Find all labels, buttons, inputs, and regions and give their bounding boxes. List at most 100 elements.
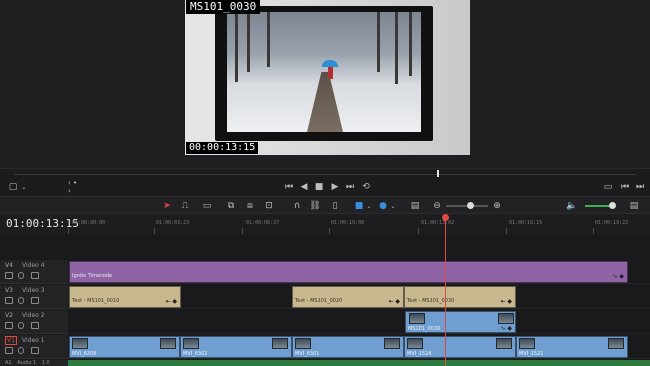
prev-edit-icon[interactable]: ⏮: [618, 180, 632, 194]
clip-label: Text - MS101_0020: [295, 298, 343, 304]
selection-tool-icon[interactable]: ➤: [160, 199, 174, 213]
ruler-label: 01:00:06:27: [246, 220, 280, 226]
clip-label: Ignite Timecode: [72, 273, 113, 279]
timeline-header: 01:00:13:15 01:00:00:00 01:00:03:23 01:0…: [0, 214, 650, 234]
track-header-v4[interactable]: V4 Video 4: [0, 260, 68, 284]
clip-mvi-1524[interactable]: MVI_1524: [404, 336, 516, 358]
clip-mvi-1521[interactable]: MVI_1521: [516, 336, 628, 358]
enable-icon[interactable]: [31, 322, 39, 329]
zoom-out-icon[interactable]: ⊖: [430, 199, 444, 213]
timeline-ruler[interactable]: 01:00:00:00 01:00:03:23 01:00:06:27 01:0…: [68, 214, 650, 234]
play-reverse-icon[interactable]: ◀: [297, 180, 311, 194]
timeline-tracks: V4 Video 4 Ignite Timecode ∿ ◆ V3 Video …: [0, 234, 650, 366]
clip-ignite-timecode[interactable]: Ignite Timecode ∿ ◆: [69, 261, 628, 283]
lane-v2[interactable]: MS101_0030 ∿ ◆: [68, 310, 650, 334]
enable-icon[interactable]: [31, 347, 39, 354]
clip-text-0010[interactable]: Text - MS101_0010 ⇤ ◆: [69, 286, 181, 308]
keyframe-icon: ⇤ ◆: [165, 298, 177, 305]
jog-icon[interactable]: ‹ • ›: [68, 179, 82, 195]
lane-a1[interactable]: [68, 360, 650, 366]
position-lock-icon[interactable]: ▯: [328, 199, 342, 213]
viewer-scrub-bar[interactable]: [0, 168, 650, 178]
linked-selection-icon[interactable]: ⛓: [308, 199, 322, 213]
timeline-playhead[interactable]: [445, 219, 446, 366]
timeline-viewer[interactable]: MS101_0030 00:00:13:15: [0, 0, 650, 168]
lock-icon[interactable]: [18, 297, 24, 304]
enable-icon[interactable]: [31, 297, 39, 304]
keyframe-icon: ⇤ ◆: [500, 298, 512, 305]
lock-icon[interactable]: [18, 322, 24, 329]
monitor-icon[interactable]: [5, 347, 13, 354]
fx-icon: ∿ ◆: [612, 273, 624, 280]
track-name: Video 3: [22, 287, 45, 294]
track-id: V3: [5, 287, 13, 294]
track-name: Video 2: [22, 312, 45, 319]
monitor-icon[interactable]: [5, 297, 13, 304]
resolve-edit-page: MS101_0030 00:00:13:15 ▢ ⌄ ‹ • › ⏮ ◀ ■ ▶…: [0, 0, 650, 366]
monitor-icon[interactable]: [5, 272, 13, 279]
clip-mvi-6308[interactable]: MVI_6308: [69, 336, 180, 358]
volume-slider-knob[interactable]: [609, 202, 616, 209]
lock-icon[interactable]: [18, 347, 24, 354]
ruler-label: 01:00:03:23: [156, 220, 190, 226]
track-header-v3[interactable]: V3 Video 3: [0, 285, 68, 309]
clip-label: MVI_1524: [407, 351, 432, 357]
next-edit-icon[interactable]: ⏭: [633, 180, 647, 194]
timecode-burn-in: 00:00:13:15: [186, 142, 259, 154]
monitor-icon[interactable]: [5, 322, 13, 329]
clip-text-0020[interactable]: Text - MS101_0020 ⇤ ◆: [292, 286, 404, 308]
zoom-in-icon[interactable]: ⊕: [490, 199, 504, 213]
blade-tool-icon[interactable]: ▭: [200, 199, 214, 213]
keyframe-icon: ⇤ ◆: [388, 298, 400, 305]
full-zoom-icon[interactable]: ▤: [408, 199, 422, 213]
track-name: Video 4: [22, 262, 45, 269]
audio-level-readout: 1.0: [41, 360, 50, 366]
chevron-down-icon[interactable]: ⌄: [386, 199, 400, 213]
play-icon[interactable]: ▶: [328, 180, 342, 194]
viewer-frame: [185, 0, 470, 155]
lock-icon[interactable]: [18, 272, 24, 279]
loop-icon[interactable]: ⟲: [359, 180, 373, 194]
chevron-down-icon[interactable]: ⌄: [362, 199, 376, 213]
clip-label: MVI_1521: [519, 351, 544, 357]
transport-controls: ▢ ⌄ ‹ • › ⏮ ◀ ■ ▶ ⏭ ⟲ ▭ ⏮ ⏭: [0, 178, 650, 196]
insert-clip-icon[interactable]: ⧉: [224, 199, 238, 213]
track-name: Video 1: [22, 337, 45, 344]
clip-mvi-6302[interactable]: MVI_6302: [180, 336, 292, 358]
scrub-playhead[interactable]: [437, 170, 439, 177]
chevron-down-icon[interactable]: ⌄: [17, 180, 31, 194]
clip-label: Text - MS101_0030: [407, 298, 455, 304]
clip-ms101-0030[interactable]: MS101_0030 ∿ ◆: [405, 311, 516, 333]
enable-icon[interactable]: [31, 272, 39, 279]
replace-clip-icon[interactable]: ⊡: [262, 199, 276, 213]
track-header-a1[interactable]: A1 Audio 1 1.0: [0, 360, 68, 366]
track-header-v1[interactable]: V1 Video 1: [0, 335, 68, 359]
snapping-icon[interactable]: ∩: [290, 199, 304, 213]
ruler-label: 01:00:19:22: [595, 220, 629, 226]
go-to-end-icon[interactable]: ⏭: [343, 180, 357, 194]
clip-label: MVI_6301: [295, 351, 320, 357]
overwrite-clip-icon[interactable]: ⧈: [243, 199, 257, 213]
clip-label: MVI_6302: [183, 351, 208, 357]
ruler-label: 01:00:10:00: [331, 220, 365, 226]
clip-mvi-6301[interactable]: MVI_6301: [292, 336, 404, 358]
clip-label: Text - MS101_0010: [72, 298, 120, 304]
zoom-slider-knob[interactable]: [467, 202, 474, 209]
edit-toolbar: ➤ ⎍ ▭ ⧉ ⧈ ⊡ ∩ ⛓ ▯ ■ ⌄ ● ⌄ ▤ ⊖ ⊕ 🔈 ▤: [0, 196, 650, 214]
lane-v1[interactable]: MVI_6308 MVI_6302 MVI_6301 MVI_1524 MVI_…: [68, 335, 650, 359]
stop-icon[interactable]: ■: [312, 180, 326, 194]
reel-name-overlay: MS101_0030: [186, 0, 261, 14]
match-frame-icon[interactable]: ▭: [601, 180, 615, 194]
go-to-start-icon[interactable]: ⏮: [282, 180, 296, 194]
clip-label: MS101_0030: [408, 326, 441, 332]
ruler-label: 01:00:00:00: [72, 220, 106, 226]
fx-icon: ∿ ◆: [500, 325, 512, 332]
mixer-icon[interactable]: ▤: [627, 199, 641, 213]
lane-v4[interactable]: Ignite Timecode ∿ ◆: [68, 260, 650, 284]
lane-v3[interactable]: Text - MS101_0010 ⇤ ◆ Text - MS101_0020 …: [68, 285, 650, 309]
trim-tool-icon[interactable]: ⎍: [178, 199, 192, 213]
speaker-icon[interactable]: 🔈: [565, 199, 579, 213]
track-id: A1: [5, 360, 12, 366]
clip-text-0030[interactable]: Text - MS101_0030 ⇤ ◆: [404, 286, 516, 308]
track-header-v2[interactable]: V2 Video 2: [0, 310, 68, 334]
